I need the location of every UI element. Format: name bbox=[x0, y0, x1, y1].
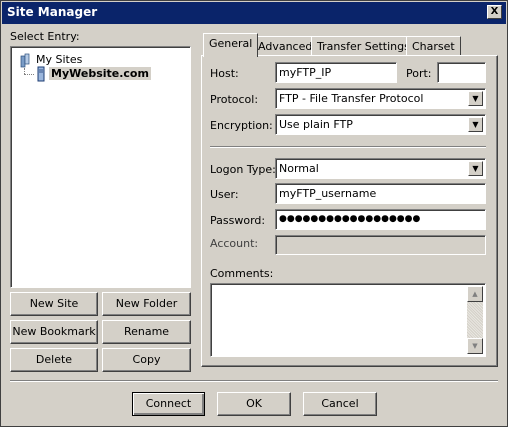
protocol-value: FTP - File Transfer Protocol bbox=[279, 92, 424, 105]
site-manager-window: Site Manager X Select Entry: My Sites My… bbox=[0, 0, 508, 427]
logon-type-value: Normal bbox=[279, 162, 319, 175]
protocol-label: Protocol: bbox=[210, 93, 259, 106]
close-icon: X bbox=[490, 6, 499, 17]
account-input bbox=[275, 235, 486, 255]
tab-transfer-settings[interactable]: Transfer Settings bbox=[311, 36, 416, 56]
new-site-button[interactable]: New Site bbox=[10, 292, 98, 316]
comments-textarea[interactable]: ▲ ▼ bbox=[210, 283, 486, 357]
tab-general[interactable]: General bbox=[203, 33, 259, 57]
separator bbox=[210, 146, 486, 148]
copy-button[interactable]: Copy bbox=[102, 348, 191, 372]
host-input[interactable]: myFTP_IP bbox=[275, 62, 397, 83]
cancel-button[interactable]: Cancel bbox=[303, 392, 377, 416]
port-input[interactable] bbox=[437, 62, 486, 83]
chevron-down-icon[interactable]: ▼ bbox=[468, 117, 483, 132]
new-bookmark-button[interactable]: New Bookmark bbox=[10, 320, 98, 344]
close-button[interactable]: X bbox=[487, 5, 502, 19]
general-tab-panel: Host: myFTP_IP Port: Protocol: FTP - Fil… bbox=[201, 55, 498, 367]
folder-icon bbox=[20, 53, 30, 68]
protocol-select[interactable]: FTP - File Transfer Protocol ▼ bbox=[275, 88, 486, 109]
connect-button[interactable]: Connect bbox=[132, 392, 205, 416]
tree-root-label: My Sites bbox=[36, 53, 83, 66]
password-label: Password: bbox=[210, 214, 266, 227]
server-icon bbox=[37, 66, 45, 82]
password-input[interactable]: ●●●●●●●●●●●●●●●●●● bbox=[275, 209, 486, 230]
delete-button[interactable]: Delete bbox=[10, 348, 98, 372]
user-input[interactable]: myFTP_username bbox=[275, 183, 486, 204]
chevron-down-icon[interactable]: ▼ bbox=[468, 91, 483, 106]
host-label: Host: bbox=[210, 67, 239, 80]
scroll-down-icon[interactable]: ▼ bbox=[467, 338, 483, 354]
comments-scrollbar[interactable]: ▲ ▼ bbox=[467, 286, 483, 354]
tab-charset[interactable]: Charset bbox=[406, 36, 461, 56]
encryption-value: Use plain FTP bbox=[279, 118, 353, 131]
site-tree[interactable]: My Sites MyWebsite.com bbox=[10, 46, 191, 288]
logon-type-select[interactable]: Normal ▼ bbox=[275, 158, 486, 179]
port-label: Port: bbox=[406, 67, 432, 80]
encryption-select[interactable]: Use plain FTP ▼ bbox=[275, 114, 486, 135]
tab-advanced[interactable]: Advanced bbox=[252, 36, 319, 56]
title-bar: Site Manager X bbox=[2, 2, 506, 24]
user-label: User: bbox=[210, 188, 239, 201]
bottom-separator bbox=[10, 380, 498, 382]
comments-label: Comments: bbox=[210, 267, 274, 280]
new-folder-button[interactable]: New Folder bbox=[102, 292, 191, 316]
logon-type-label: Logon Type: bbox=[210, 163, 276, 176]
window-title: Site Manager bbox=[7, 5, 98, 19]
ok-button[interactable]: OK bbox=[217, 392, 291, 416]
scroll-up-icon[interactable]: ▲ bbox=[467, 286, 483, 302]
select-entry-label: Select Entry: bbox=[10, 30, 80, 43]
rename-button[interactable]: Rename bbox=[102, 320, 191, 344]
encryption-label: Encryption: bbox=[210, 119, 273, 132]
account-label: Account: bbox=[210, 237, 259, 250]
chevron-down-icon[interactable]: ▼ bbox=[468, 161, 483, 176]
tree-child-label: MyWebsite.com bbox=[49, 67, 151, 80]
tree-connector bbox=[24, 74, 34, 75]
